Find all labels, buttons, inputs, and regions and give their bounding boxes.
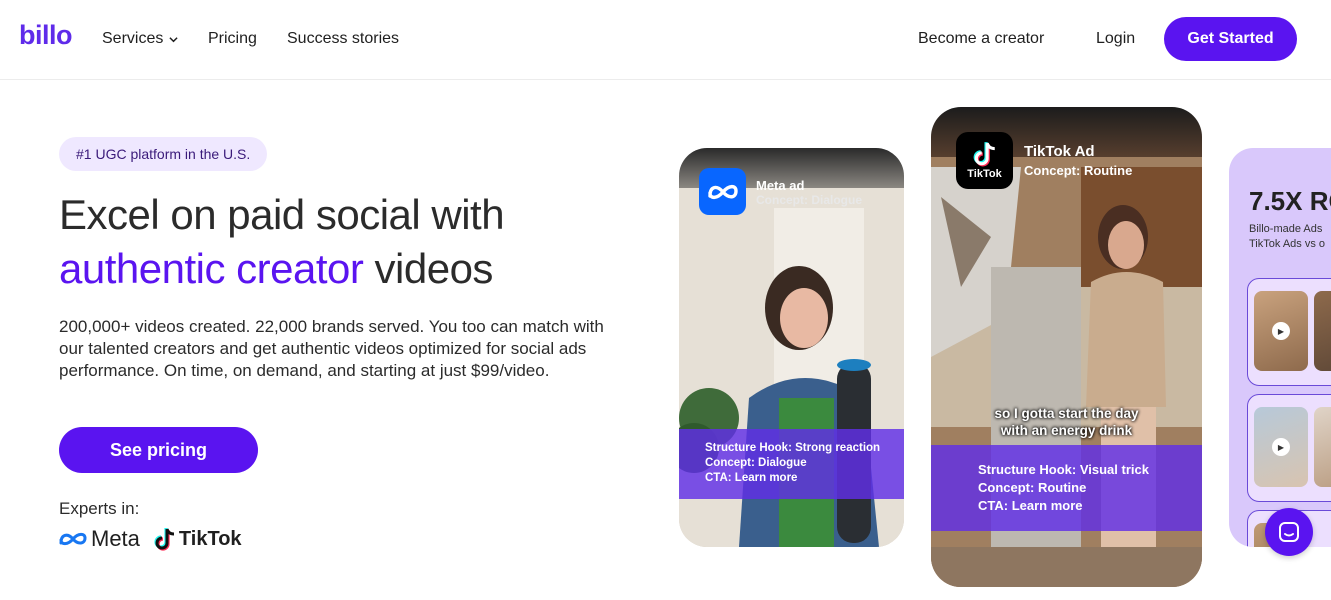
tiktok-info-cta: CTA: Learn more: [978, 498, 1083, 513]
roi-stats-card: 7.5X RO Billo-made Ads TikTok Ads vs o ▶…: [1229, 148, 1331, 547]
tiktok-note-icon: [154, 528, 174, 551]
play-icon: ▶: [1272, 438, 1290, 456]
headline-accent: authentic creator: [59, 245, 364, 292]
tiktok-icon-label: TikTok: [967, 168, 1002, 180]
headline-line1: Excel on paid social with: [59, 191, 505, 238]
ad-thumbnail[interactable]: [1314, 291, 1331, 371]
tiktok-logo-text: TikTok: [178, 527, 242, 550]
tiktok-info-concept: Concept: Routine: [978, 480, 1087, 495]
meta-app-icon: [699, 168, 746, 215]
get-started-button[interactable]: Get Started: [1164, 17, 1297, 61]
meta-card-title: Meta ad: [756, 178, 805, 193]
headline-end: videos: [363, 245, 494, 292]
caption-line2: with an energy drink: [1000, 423, 1133, 438]
meta-info-cta: CTA: Learn more: [705, 472, 798, 484]
roi-description: Billo-made Ads TikTok Ads vs o: [1249, 222, 1325, 252]
tiktok-app-icon: TikTok: [956, 132, 1013, 189]
roi-desc-line2: TikTok Ads vs o: [1249, 238, 1326, 250]
caption-line1: so I gotta start the day: [994, 406, 1139, 421]
hero-headline: Excel on paid social with authentic crea…: [59, 188, 619, 296]
roi-desc-line1: Billo-made Ads: [1249, 223, 1323, 235]
ad-thumbnail[interactable]: ▶: [1254, 407, 1308, 487]
meta-infinity-icon: [707, 184, 738, 199]
meta-logo-text: Meta: [91, 526, 140, 551]
meta-card-concept: Concept: Dialogue: [756, 193, 863, 207]
tiktok-card-info: Structure Hook: Visual trick Concept: Ro…: [931, 445, 1202, 531]
meta-infinity-icon: [59, 532, 87, 546]
roi-title: 7.5X RO: [1249, 186, 1331, 216]
meta-card-info: Structure Hook: Strong reaction Concept:…: [679, 429, 904, 499]
tiktok-ad-video-card[interactable]: TikTok TikTok Ad Concept: Routine so I g…: [931, 107, 1202, 587]
nav-pricing[interactable]: Pricing: [208, 30, 257, 48]
nav-services[interactable]: Services: [102, 30, 178, 48]
chat-launcher-button[interactable]: [1265, 508, 1313, 556]
tiktok-card-concept: Concept: Routine: [1024, 163, 1133, 178]
meta-logo: Meta: [58, 526, 140, 552]
ad-thumbnail[interactable]: ▶: [1254, 291, 1308, 371]
meta-info-hook: Structure Hook: Strong reaction: [705, 442, 881, 454]
roi-thumbnail-panel: ▶: [1247, 278, 1331, 386]
chevron-down-icon: [169, 36, 178, 42]
experts-logos: Meta TikTok: [58, 526, 242, 552]
meta-ad-video-card[interactable]: Meta ad Concept: Dialogue Structure Hook…: [679, 148, 904, 547]
platform-badge: #1 UGC platform in the U.S.: [59, 137, 268, 171]
roi-thumbnail-panel: ▶: [1247, 394, 1331, 502]
see-pricing-button[interactable]: See pricing: [59, 427, 258, 473]
ad-thumbnail[interactable]: [1314, 407, 1331, 487]
billo-logo[interactable]: billo: [19, 20, 73, 51]
nav-become-creator[interactable]: Become a creator: [918, 30, 1044, 48]
play-icon: ▶: [1272, 322, 1290, 340]
tiktok-note-icon: [973, 142, 995, 167]
tiktok-card-title: TikTok Ad: [1024, 143, 1095, 160]
chat-icon: [1279, 522, 1299, 542]
site-header: billo Services Pricing Success stories B…: [0, 0, 1331, 80]
meta-info-concept: Concept: Dialogue: [705, 457, 807, 469]
tiktok-info-hook: Structure Hook: Visual trick: [978, 462, 1149, 477]
nav-services-label: Services: [102, 30, 164, 47]
nav-success-stories[interactable]: Success stories: [287, 30, 399, 48]
tiktok-video-caption: so I gotta start the day with an energy …: [931, 405, 1202, 439]
experts-label: Experts in:: [59, 499, 140, 518]
nav-login[interactable]: Login: [1096, 30, 1135, 48]
hero-subtext: 200,000+ videos created. 22,000 brands s…: [59, 317, 604, 380]
tiktok-logo: TikTok: [154, 527, 242, 551]
